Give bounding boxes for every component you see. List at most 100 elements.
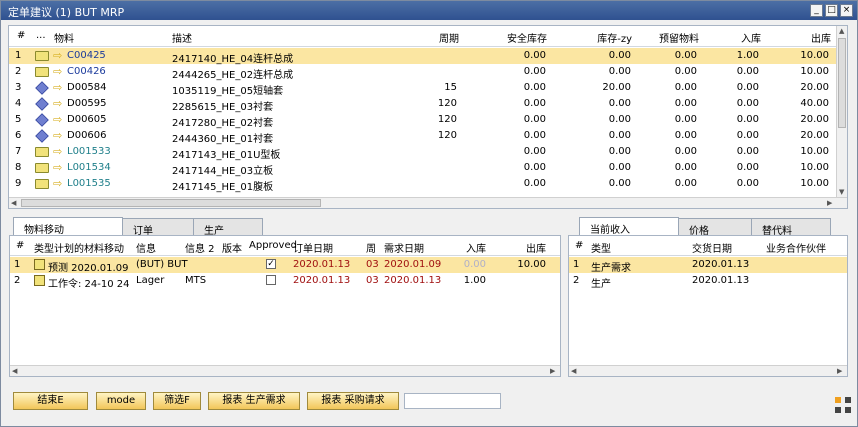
col-stock[interactable]: 库存-zy (569, 30, 632, 45)
col-period[interactable]: 周期 (409, 30, 459, 45)
scroll-left-icon[interactable]: ◀ (11, 199, 16, 207)
item-code[interactable]: L001533 (67, 146, 111, 157)
cell-stock: 0.00 (608, 146, 631, 157)
rcol-partner[interactable]: 业务合作伙伴 (766, 240, 826, 255)
col-dots[interactable]: ... (36, 30, 46, 41)
table-row[interactable]: 2 工作令: 24-10 24 Lager MTS 2020.01.13 03 2020.0… (10, 273, 560, 290)
table-row[interactable]: 7 ⇨ L001533 2417143_HE_01U型板 0.00 0.00 0.00 0.0… (9, 144, 837, 161)
vertical-scrollbar[interactable]: ▲ ▼ (836, 26, 847, 198)
horizontal-scrollbar[interactable]: ◀ ▶ (9, 197, 847, 208)
table-row[interactable]: 1 预测 2020.01.09 (BUT) BUT ✓ 2020.01.13 03 2020… (10, 257, 560, 274)
table-row[interactable]: 3 ⇨ D00584 1035119_HE_05短轴套 15 0.00 20.00 0.00 0… (9, 80, 837, 97)
scroll-right-icon[interactable]: ▶ (837, 367, 842, 375)
item-code[interactable]: D00605 (67, 114, 107, 125)
tab-production[interactable]: 生产 (193, 218, 263, 237)
mcol-approved[interactable]: Approved (249, 240, 297, 251)
cell-in: 1.00 (736, 50, 759, 61)
arrow-right-icon[interactable]: ⇨ (53, 65, 62, 78)
maximize-button[interactable]: □ (825, 4, 838, 17)
filter-button[interactable]: 筛选F (153, 392, 201, 410)
rcol-date[interactable]: 交货日期 (692, 240, 732, 255)
arrow-right-icon[interactable]: ⇨ (53, 97, 62, 110)
approved-checkbox[interactable]: ✓ (266, 259, 276, 269)
scroll-left-icon[interactable]: ◀ (12, 367, 17, 375)
horizontal-scroll-thumb[interactable] (21, 199, 321, 207)
table-row[interactable]: 9 ⇨ L001535 2417145_HE_01腹板 0.00 0.00 0.00 0.00… (9, 176, 837, 193)
scroll-right-icon[interactable]: ▶ (550, 367, 555, 375)
title-bar[interactable]: 定单建议 (1) BUT MRP _ □ × (1, 1, 857, 20)
table-row[interactable]: 2 生产 2020.01.13 (569, 273, 847, 290)
table-row[interactable]: 2 ⇨ C00426 2444265_HE_02连杆总成 0.00 0.00 0.00 0.0… (9, 64, 837, 81)
text-input[interactable] (404, 393, 501, 409)
item-code[interactable]: D00584 (67, 82, 107, 93)
cell-out: 10.00 (800, 50, 829, 61)
col-safety-stock[interactable]: 安全库存 (489, 30, 547, 45)
arrow-right-icon[interactable]: ⇨ (53, 113, 62, 126)
arrow-right-icon[interactable]: ⇨ (53, 49, 62, 62)
tab-alternatives[interactable]: 替代料 (751, 218, 831, 237)
rcol-type[interactable]: 类型 (591, 240, 611, 255)
item-code[interactable]: L001534 (67, 162, 111, 173)
tab-price[interactable]: 价格 (678, 218, 752, 237)
mcol-week[interactable]: 周 (366, 240, 376, 255)
movement-hscroll[interactable]: ◀ ▶ (10, 365, 560, 376)
item-code[interactable]: D00595 (67, 98, 107, 109)
arrow-right-icon[interactable]: ⇨ (53, 161, 62, 174)
mode-button[interactable]: mode (96, 392, 146, 410)
arrow-right-icon[interactable]: ⇨ (53, 145, 62, 158)
minimize-button[interactable]: _ (810, 4, 823, 17)
arrow-right-icon[interactable]: ⇨ (53, 129, 62, 142)
item-code[interactable]: D00606 (67, 130, 107, 141)
tab-orders[interactable]: 订单 (122, 218, 194, 237)
item-code[interactable]: C00425 (67, 50, 106, 61)
mcol-order-date[interactable]: 订单日期 (293, 240, 333, 255)
receipt-hscroll[interactable]: ◀ ▶ (569, 365, 847, 376)
scroll-down-icon[interactable]: ▼ (839, 188, 844, 196)
scroll-right-icon[interactable]: ▶ (827, 199, 832, 207)
table-row[interactable]: 8 ⇨ L001534 2417144_HE_03立板 0.00 0.00 0.00 0.00… (9, 160, 837, 177)
item-code[interactable]: C00426 (67, 66, 106, 77)
folder-icon (35, 147, 49, 157)
mcol-num[interactable]: # (16, 240, 24, 251)
col-desc[interactable]: 描述 (172, 30, 192, 45)
scroll-up-icon[interactable]: ▲ (839, 27, 844, 35)
mcol-info[interactable]: 信息 (136, 240, 156, 255)
rcol-num[interactable]: # (575, 240, 583, 251)
col-out[interactable]: 出库 (769, 30, 831, 45)
col-item[interactable]: 物料 (54, 30, 74, 45)
mcol-type[interactable]: 类型计划的材料移动 (34, 240, 124, 255)
table-row[interactable]: 6 ⇨ D00606 2444360_HE_01衬套 120 0.00 0.00 0.00 0.… (9, 128, 837, 145)
table-row[interactable]: 4 ⇨ D00595 2285615_HE_03衬套 120 0.00 0.00 0.00 0.… (9, 96, 837, 113)
vertical-scroll-thumb[interactable] (838, 38, 846, 128)
cell-safety-stock: 0.00 (523, 82, 546, 93)
item-code[interactable]: L001535 (67, 178, 111, 189)
arrow-right-icon[interactable]: ⇨ (53, 81, 62, 94)
table-row[interactable]: 5 ⇨ D00605 2417280_HE_02衬套 120 0.00 0.00 0.00 0.… (9, 112, 837, 129)
end-button[interactable]: 结束E (13, 392, 88, 410)
mcol-req-date[interactable]: 需求日期 (384, 240, 424, 255)
approved-checkbox[interactable] (266, 275, 276, 285)
mcol-in[interactable]: 入库 (450, 240, 486, 255)
report-purchase-button[interactable]: 报表 采购请求 (307, 392, 399, 410)
col-in[interactable]: 入库 (709, 30, 761, 45)
col-num[interactable]: # (17, 30, 25, 41)
cell-safety-stock: 0.00 (523, 130, 546, 141)
arrow-right-icon[interactable]: ⇨ (53, 177, 62, 190)
mcol-info2[interactable]: 信息 2 (185, 240, 215, 255)
table-row[interactable]: 1 ⇨ C00425 2417140_HE_04连杆总成 0.00 0.00 0.00 1.0… (9, 48, 837, 65)
scroll-left-icon[interactable]: ◀ (571, 367, 576, 375)
resize-grip-icon[interactable] (835, 397, 851, 413)
row-number: 1 (573, 259, 580, 270)
cube-icon (35, 97, 49, 111)
mcol-version[interactable]: 版本 (222, 240, 242, 255)
cell-period: 120 (437, 130, 457, 141)
col-reserved[interactable]: 预留物料 (639, 30, 699, 45)
cell-reserved: 0.00 (674, 66, 697, 77)
cell-in: 0.00 (736, 114, 759, 125)
tab-material-movement[interactable]: 物料移动 (13, 217, 123, 236)
table-row[interactable]: 1 生产需求 2020.01.13 (569, 257, 847, 274)
report-production-button[interactable]: 报表 生产需求 (208, 392, 300, 410)
mcol-out[interactable]: 出库 (506, 240, 546, 255)
tab-current-receipts[interactable]: 当前收入 (579, 217, 679, 236)
close-button[interactable]: × (840, 4, 853, 17)
